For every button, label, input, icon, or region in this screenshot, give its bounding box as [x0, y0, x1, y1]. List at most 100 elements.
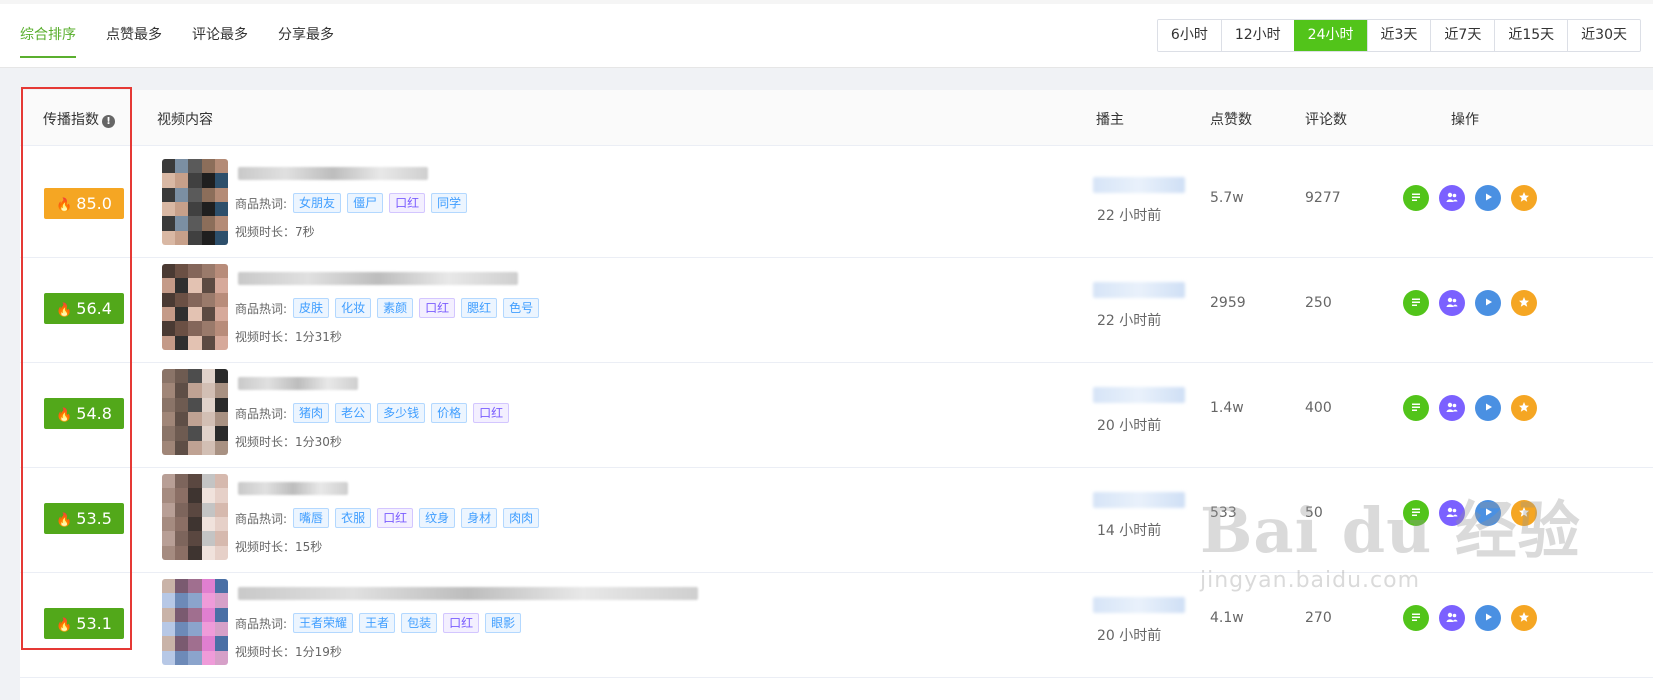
score-value: 85.0 — [76, 194, 112, 213]
table-row[interactable]: 🔥 85.0 商品热词: 女朋友 僵尸 口红 同学 视频时长：7秒 22 小时前 5.7w 9277 — [20, 147, 1653, 258]
score-badge: 🔥 56.4 — [44, 293, 124, 324]
video-thumbnail[interactable] — [162, 474, 228, 560]
table-row[interactable]: 🔥 53.1 商品热词: 王者荣耀 王者 包装 口红 眼影 视频时长：1分19秒 20 小时前 4.… — [20, 567, 1653, 678]
range-24h[interactable]: 24小时 — [1293, 20, 1367, 51]
hot-word-tag[interactable]: 皮肤 — [293, 298, 330, 318]
star-icon — [1517, 189, 1531, 208]
play-icon — [1481, 609, 1495, 628]
hot-word-tag[interactable]: 素颜 — [377, 298, 414, 318]
row-actions — [1403, 500, 1537, 526]
ranking-table: 传播指数! 视频内容 播主 点赞数 评论数 操作 🔥 85.0 商品热词: 女朋友 僵尸… — [20, 90, 1653, 700]
hot-word-tag[interactable]: 色号 — [503, 298, 540, 318]
video-thumbnail[interactable] — [162, 579, 228, 665]
range-6h[interactable]: 6小时 — [1157, 20, 1221, 51]
video-thumbnail[interactable] — [162, 369, 228, 455]
favorite-button[interactable] — [1511, 500, 1537, 526]
anchor-name-blurred[interactable] — [1093, 282, 1185, 298]
hot-word-tag[interactable]: 身材 — [461, 508, 498, 528]
star-icon — [1517, 399, 1531, 418]
play-button[interactable] — [1475, 185, 1501, 211]
play-button[interactable] — [1475, 500, 1501, 526]
range-7d[interactable]: 近7天 — [1430, 20, 1495, 51]
hot-words-label: 商品热词: — [235, 616, 288, 631]
tab-comprehensive[interactable]: 综合排序 — [20, 24, 76, 58]
range-15d[interactable]: 近15天 — [1494, 20, 1568, 51]
tab-most-shares[interactable]: 分享最多 — [278, 24, 334, 58]
tab-most-comments[interactable]: 评论最多 — [192, 24, 248, 58]
favorite-button[interactable] — [1511, 290, 1537, 316]
anchor-name-blurred[interactable] — [1093, 597, 1185, 613]
hot-words: 商品热词: 王者荣耀 王者 包装 口红 眼影 — [235, 613, 522, 633]
fans-button[interactable] — [1439, 500, 1465, 526]
hot-words-label: 商品热词: — [235, 301, 288, 316]
table-row[interactable]: 🔥 56.4 商品热词: 皮肤 化妆 素颜 口红 腮红 色号 视频时长：1分31秒 22 小时前 29… — [20, 252, 1653, 363]
detail-icon — [1409, 609, 1423, 628]
anchor-name-blurred[interactable] — [1093, 492, 1185, 508]
play-icon — [1481, 399, 1495, 418]
anchor-name-blurred[interactable] — [1093, 387, 1185, 403]
hot-word-tag[interactable]: 多少钱 — [377, 403, 426, 423]
hot-word-tag[interactable]: 同学 — [431, 193, 468, 213]
hot-word-tag[interactable]: 老公 — [335, 403, 372, 423]
info-icon[interactable]: ! — [102, 115, 115, 128]
tab-most-likes[interactable]: 点赞最多 — [106, 24, 162, 58]
hot-word-tag[interactable]: 眼影 — [485, 613, 522, 633]
hot-word-tag[interactable]: 衣服 — [335, 508, 372, 528]
hot-word-tag[interactable]: 包装 — [401, 613, 438, 633]
hot-word-tag[interactable]: 肉肉 — [503, 508, 540, 528]
favorite-button[interactable] — [1511, 605, 1537, 631]
hot-word-tag[interactable]: 猪肉 — [293, 403, 330, 423]
hot-words: 商品热词: 皮肤 化妆 素颜 口红 腮红 色号 — [235, 298, 540, 318]
favorite-button[interactable] — [1511, 185, 1537, 211]
hot-word-tag[interactable]: 嘴唇 — [293, 508, 330, 528]
video-title-blurred[interactable] — [238, 167, 428, 180]
detail-button[interactable] — [1403, 395, 1429, 421]
hot-word-tag[interactable]: 口红 — [443, 613, 480, 633]
time-range-selector: 6小时 12小时 24小时 近3天 近7天 近15天 近30天 — [1156, 19, 1641, 52]
hot-word-tag[interactable]: 僵尸 — [347, 193, 384, 213]
range-3d[interactable]: 近3天 — [1366, 20, 1431, 51]
hot-words-label: 商品热词: — [235, 196, 288, 211]
flame-icon: 🔥 — [56, 303, 73, 318]
row-actions — [1403, 395, 1537, 421]
header-likes: 点赞数 — [1210, 112, 1252, 128]
video-thumbnail[interactable] — [162, 159, 228, 245]
hot-word-tag[interactable]: 价格 — [431, 403, 468, 423]
fans-button[interactable] — [1439, 290, 1465, 316]
detail-button[interactable] — [1403, 500, 1429, 526]
video-title-blurred[interactable] — [238, 587, 698, 600]
range-30d[interactable]: 近30天 — [1567, 20, 1640, 51]
hot-word-tag[interactable]: 口红 — [419, 298, 456, 318]
video-thumbnail[interactable] — [162, 264, 228, 350]
hot-word-tag[interactable]: 口红 — [473, 403, 510, 423]
hot-word-tag[interactable]: 王者荣耀 — [293, 613, 354, 633]
hot-word-tag[interactable]: 口红 — [377, 508, 414, 528]
table-row[interactable]: 🔥 53.5 商品热词: 嘴唇 衣服 口红 纹身 身材 肉肉 视频时长：15秒 14 小时前 533 5… — [20, 462, 1653, 573]
play-button[interactable] — [1475, 605, 1501, 631]
like-count: 1.4w — [1210, 400, 1244, 416]
fans-button[interactable] — [1439, 185, 1465, 211]
header-actions: 操作 — [1451, 112, 1479, 128]
play-button[interactable] — [1475, 290, 1501, 316]
hot-word-tag[interactable]: 纹身 — [419, 508, 456, 528]
fans-button[interactable] — [1439, 395, 1465, 421]
detail-button[interactable] — [1403, 290, 1429, 316]
detail-button[interactable] — [1403, 605, 1429, 631]
video-title-blurred[interactable] — [238, 272, 518, 285]
video-title-blurred[interactable] — [238, 482, 348, 495]
hot-word-tag[interactable]: 女朋友 — [293, 193, 342, 213]
favorite-button[interactable] — [1511, 395, 1537, 421]
detail-button[interactable] — [1403, 185, 1429, 211]
range-12h[interactable]: 12小时 — [1220, 20, 1294, 51]
anchor-name-blurred[interactable] — [1093, 177, 1185, 193]
hot-word-tag[interactable]: 王者 — [359, 613, 396, 633]
play-button[interactable] — [1475, 395, 1501, 421]
detail-icon — [1409, 294, 1423, 313]
hot-word-tag[interactable]: 腮红 — [461, 298, 498, 318]
hot-word-tag[interactable]: 口红 — [389, 193, 426, 213]
video-title-blurred[interactable] — [238, 377, 358, 390]
video-duration: 视频时长：1分31秒 — [235, 330, 342, 344]
fans-button[interactable] — [1439, 605, 1465, 631]
table-row[interactable]: 🔥 54.8 商品热词: 猪肉 老公 多少钱 价格 口红 视频时长：1分30秒 20 小时前 1.4… — [20, 357, 1653, 468]
hot-word-tag[interactable]: 化妆 — [335, 298, 372, 318]
